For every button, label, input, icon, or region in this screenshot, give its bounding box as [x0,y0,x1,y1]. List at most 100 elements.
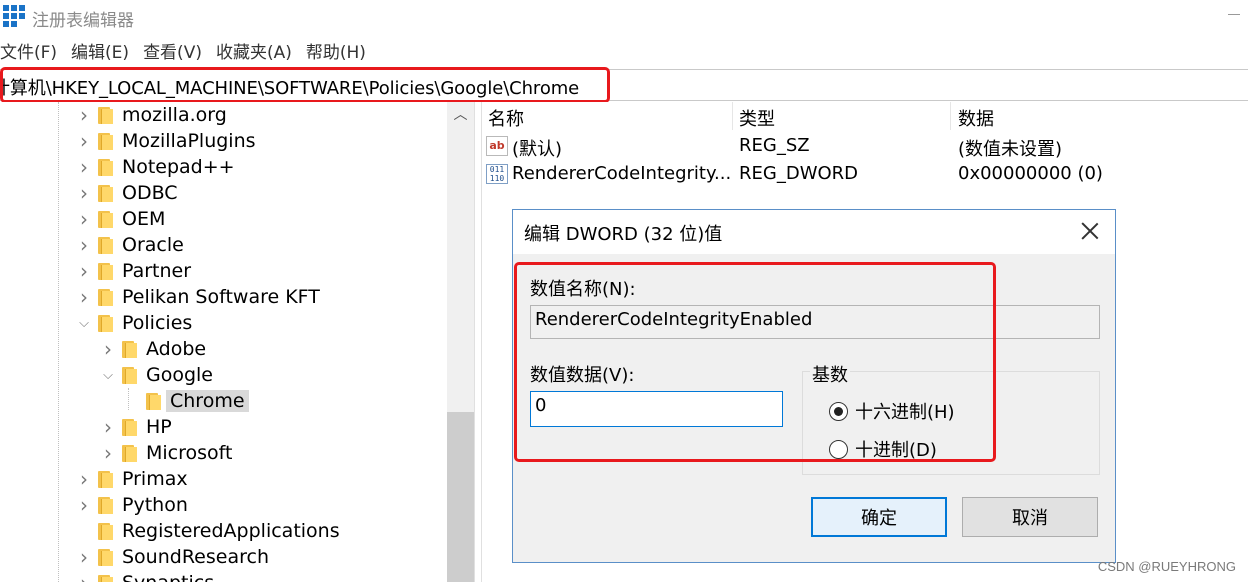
close-icon[interactable] [1079,219,1101,241]
tree-item-label: Primax [122,468,188,490]
chevron-right-icon[interactable]: › [76,181,92,205]
folder-icon [98,132,113,150]
value-type: REG_SZ [739,135,810,156]
tree-item-hp[interactable]: › HP [100,414,172,440]
menu-view[interactable]: 查看(V) [143,40,202,66]
chevron-right-icon[interactable]: › [76,259,92,283]
folder-icon [98,184,113,202]
chevron-right-icon[interactable]: › [76,467,92,491]
tree-item-adobe[interactable]: › Adobe [100,336,206,362]
folder-icon [98,288,113,306]
tree-item-primax[interactable]: › Primax [76,466,188,492]
list-header: 名称 类型 数据 [482,102,1248,130]
folder-icon [98,496,113,514]
tree-item-policies[interactable]: ⌵ Policies [76,310,192,336]
value-data: 0x00000000 (0) [958,163,1103,184]
tree-item-microsoft[interactable]: › Microsoft [100,440,232,466]
string-value-icon: ab [486,136,508,156]
chevron-right-icon[interactable]: › [76,233,92,257]
value-name: RendererCodeIntegrity... [512,163,732,184]
tree-item-mozilla-org[interactable]: › mozilla.org [76,102,227,128]
registry-tree[interactable]: › mozilla.org › MozillaPlugins › Notepad++ › OD… [0,102,474,582]
tree-item-partner[interactable]: › Partner [76,258,191,284]
folder-icon [98,314,113,332]
tree-item-chrome[interactable]: Chrome [124,388,249,414]
tree-item-label: mozilla.org [122,104,227,126]
tree-item-mozillaplugins[interactable]: › MozillaPlugins [76,128,256,154]
value-type: REG_DWORD [739,163,859,184]
tree-item-pelikan-software-kft[interactable]: › Pelikan Software KFT [76,284,320,310]
dialog-title: 编辑 DWORD (32 位)值 [524,224,723,245]
tree-item-google[interactable]: ⌵ Google [100,362,213,388]
chevron-right-icon[interactable]: › [100,441,116,465]
folder-icon [98,236,113,254]
tree-item-label: HP [146,416,172,438]
chevron-right-icon[interactable]: › [76,155,92,179]
minimize-button[interactable] [1228,14,1240,15]
chevron-right-icon[interactable]: › [76,103,92,127]
list-row[interactable]: ab (默认) REG_SZ (数值未设置) [482,133,1248,160]
tree-item-label: MozillaPlugins [122,130,256,152]
chevron-right-icon[interactable]: › [76,545,92,569]
ok-button[interactable]: 确定 [811,497,947,537]
tree-item-label: Oracle [122,234,184,256]
tree-item-synaptics[interactable]: › Synaptics [76,570,214,582]
tree-scrollbar-thumb[interactable] [447,412,474,582]
tree-item-label: Adobe [146,338,207,360]
tree-item-oem[interactable]: › OEM [76,206,165,232]
chevron-right-icon[interactable]: › [76,493,92,517]
menu-edit[interactable]: 编辑(E) [71,40,129,66]
folder-icon [146,392,161,410]
dialog-title-bar: 编辑 DWORD (32 位)值 [513,210,1115,254]
value-data: (数值未设置) [958,139,1063,160]
tree-item-label: OEM [122,208,166,230]
annotation-highlight-address [0,67,610,103]
chevron-right-icon[interactable]: › [76,129,92,153]
tree-item-python[interactable]: › Python [76,492,188,518]
chevron-right-icon[interactable]: › [76,285,92,309]
tree-item-odbc[interactable]: › ODBC [76,180,178,206]
menu-help[interactable]: 帮助(H) [306,40,366,66]
scroll-up-arrow-icon[interactable]: ︿ [447,104,474,128]
chevron-right-icon[interactable]: › [76,571,92,582]
chevron-right-icon[interactable]: › [76,207,92,231]
tree-item-notepad-[interactable]: › Notepad++ [76,154,235,180]
regedit-app-icon [3,5,25,27]
value-name: (默认) [512,139,563,160]
tree-item-label: Microsoft [146,442,233,464]
tree-item-label: Policies [122,312,193,334]
chevron-right-icon[interactable]: › [100,337,116,361]
column-divider[interactable] [732,102,733,130]
folder-icon [98,470,113,488]
binary-value-icon: 011 110 [486,164,508,184]
chevron-down-icon[interactable]: ⌵ [100,367,116,383]
cancel-button[interactable]: 取消 [962,497,1098,537]
folder-icon [98,262,113,280]
tree-guide-line [58,102,59,582]
column-header-data[interactable]: 数据 [958,105,994,131]
tree-item-oracle[interactable]: › Oracle [76,232,184,258]
tree-item-label: Notepad++ [122,156,235,178]
chevron-right-icon[interactable]: › [100,415,116,439]
tree-item-soundresearch[interactable]: › SoundResearch [76,544,269,570]
tree-item-label: Google [146,364,214,386]
tree-item-label: ODBC [122,182,178,204]
list-row[interactable]: 011 110 RendererCodeIntegrity... REG_DWO… [482,161,1248,187]
folder-icon [98,574,113,582]
menu-bar: 文件(F) 编辑(E) 查看(V) 收藏夹(A) 帮助(H) [0,40,380,66]
menu-favorites[interactable]: 收藏夹(A) [216,40,292,66]
tree-item-registeredapplications[interactable]: RegisteredApplications [76,518,340,544]
folder-icon [98,158,113,176]
chevron-down-icon[interactable]: ⌵ [76,315,92,331]
menu-file[interactable]: 文件(F) [0,40,57,66]
column-header-name[interactable]: 名称 [488,105,524,131]
column-divider[interactable] [950,102,951,130]
column-header-type[interactable]: 类型 [739,105,775,131]
tree-item-label: SoundResearch [122,546,269,568]
folder-icon [98,106,113,124]
folder-icon [98,522,113,540]
pane-splitter[interactable] [474,102,482,582]
folder-icon [122,340,137,358]
